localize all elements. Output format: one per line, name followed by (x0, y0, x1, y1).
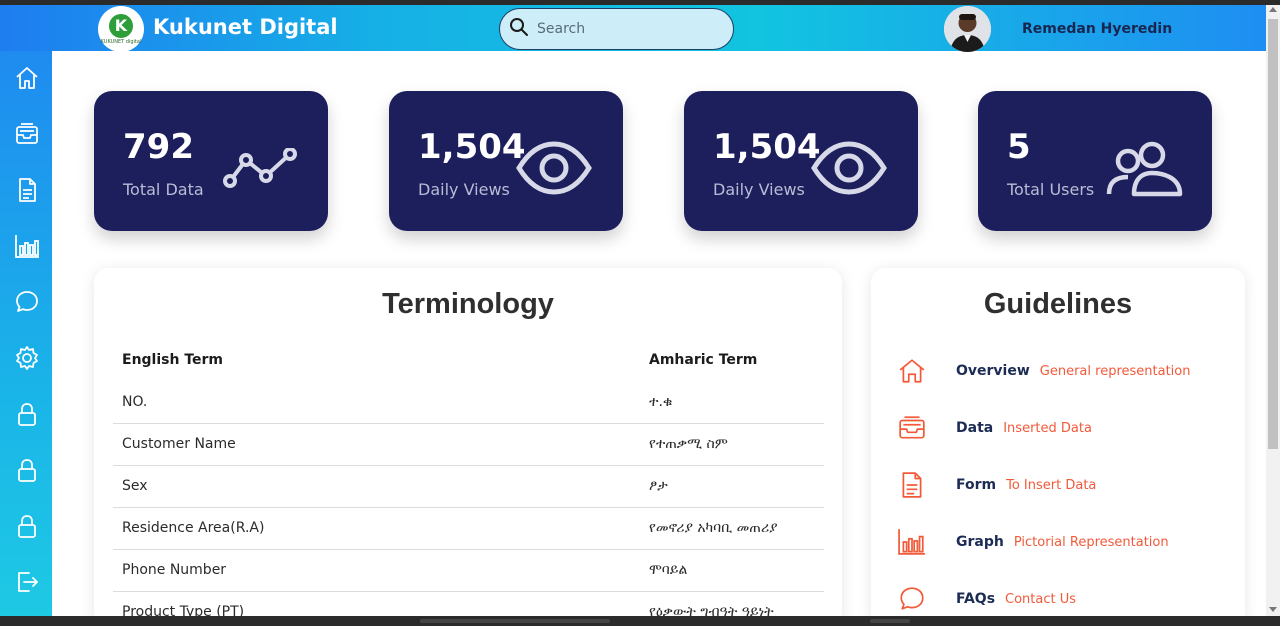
inbox-icon (14, 121, 40, 151)
guideline-data[interactable]: Data Inserted Data (897, 412, 1245, 444)
document-icon (14, 177, 40, 207)
logo-subtext: KUKUNET digital (100, 38, 142, 45)
guideline-overview[interactable]: Overview General representation (897, 355, 1245, 387)
stat-card-daily-views-1[interactable]: 1,504 Daily Views (389, 91, 623, 231)
guideline-title: Overview (956, 363, 1030, 379)
guidelines-panel: Guidelines Overview General representati… (871, 268, 1245, 626)
english-term: Phone Number (113, 549, 640, 592)
sidebar (0, 51, 52, 616)
top-header: K KUKUNET digital Kukunet Digital Remeda… (0, 5, 1266, 52)
guideline-desc: General representation (1039, 363, 1191, 379)
table-row: Customer Name የተጠቃሚ ስም (113, 423, 824, 466)
scrollbar-thumb[interactable] (1268, 19, 1278, 449)
guideline-form[interactable]: Form To Insert Data (897, 469, 1245, 501)
search-input[interactable] (537, 21, 707, 37)
guideline-graph[interactable]: Graph Pictorial Representation (897, 526, 1245, 558)
stat-label: Total Data (123, 180, 204, 199)
stat-label: Total Users (1007, 180, 1095, 199)
brand-name[interactable]: Kukunet Digital (153, 15, 338, 39)
taskbar-segment (870, 619, 910, 623)
home-icon (14, 65, 40, 95)
sidebar-item-logout[interactable] (13, 570, 41, 598)
search-icon[interactable] (509, 17, 529, 41)
english-term: Sex (113, 465, 640, 508)
trend-line-icon (222, 147, 298, 192)
guideline-desc: Inserted Data (1003, 420, 1092, 436)
lock-icon (14, 401, 40, 431)
stat-card-total-users[interactable]: 5 Total Users (978, 91, 1212, 231)
lock-icon (14, 513, 40, 543)
chart-icon (897, 527, 927, 557)
panel-title: Terminology (382, 288, 554, 320)
scroll-down-arrow-icon[interactable] (1269, 607, 1277, 612)
sidebar-item-graph[interactable] (13, 234, 41, 262)
avatar[interactable] (944, 6, 991, 52)
logout-icon (14, 569, 40, 599)
sidebar-item-locked-2[interactable] (13, 458, 41, 486)
table-header-row: English Term Amharic Term (113, 339, 824, 381)
amharic-term: ተ.ቁ (640, 381, 824, 424)
panel-title: Guidelines (983, 288, 1133, 320)
sidebar-item-locked-3[interactable] (13, 514, 41, 542)
column-header-english: English Term (122, 352, 224, 368)
sidebar-item-locked-1[interactable] (13, 402, 41, 430)
sidebar-item-home[interactable] (13, 66, 41, 94)
page-scrollbar[interactable] (1266, 5, 1280, 616)
search-box[interactable] (499, 8, 734, 50)
guideline-title: Form (956, 477, 997, 493)
sidebar-item-form[interactable] (13, 178, 41, 206)
guideline-faqs[interactable]: FAQs Contact Us (897, 583, 1245, 615)
sidebar-item-faqs[interactable] (13, 290, 41, 318)
stat-card-daily-views-2[interactable]: 1,504 Daily Views (684, 91, 918, 231)
table-row: NO. ተ.ቁ (113, 381, 824, 424)
stat-value: 1,504 (418, 127, 526, 167)
eye-icon (516, 140, 592, 200)
table-row: Sex ፆታ (113, 465, 824, 508)
guideline-title: FAQs (956, 591, 996, 607)
user-name[interactable]: Remedan Hyeredin (1022, 21, 1172, 37)
column-header-amharic: Amharic Term (649, 352, 758, 368)
guideline-desc: Pictorial Representation (1013, 534, 1169, 550)
terminology-panel: Terminology English Term Amharic Term NO… (94, 268, 842, 626)
gear-icon (14, 345, 40, 375)
inbox-icon (897, 413, 927, 443)
english-term: Residence Area(R.A) (113, 507, 640, 550)
english-term: Customer Name (113, 423, 640, 466)
chart-icon (14, 233, 40, 263)
logo-letter: K (109, 13, 133, 38)
document-icon (897, 470, 927, 500)
users-icon (1106, 139, 1184, 203)
brand-logo[interactable]: K KUKUNET digital (98, 6, 144, 52)
chat-icon (14, 289, 40, 319)
stat-value: 5 (1007, 127, 1031, 167)
guideline-desc: Contact Us (1005, 591, 1077, 607)
terminology-table: English Term Amharic Term NO. ተ.ቁ Custom… (113, 339, 824, 626)
table-row: Residence Area(R.A) የመኖሪያ አካባቢ መጠሪያ (113, 507, 824, 550)
stat-card-total-data[interactable]: 792 Total Data (94, 91, 328, 231)
scroll-up-arrow-icon[interactable] (1269, 7, 1277, 12)
stat-label: Daily Views (713, 180, 805, 199)
browser-bottom-edge (0, 616, 1280, 626)
stat-label: Daily Views (418, 180, 510, 199)
eye-icon (811, 140, 887, 200)
amharic-term: የመኖሪያ አካባቢ መጠሪያ (640, 507, 824, 550)
guideline-title: Data (956, 420, 994, 436)
stat-value: 792 (123, 127, 194, 167)
chat-icon (897, 584, 927, 614)
sidebar-item-settings[interactable] (13, 346, 41, 374)
amharic-term: ሞባይል (640, 549, 824, 592)
stat-value: 1,504 (713, 127, 821, 167)
home-icon (897, 356, 927, 386)
taskbar-segment (420, 619, 610, 623)
guideline-desc: To Insert Data (1006, 477, 1097, 493)
lock-icon (14, 457, 40, 487)
table-row: Phone Number ሞባይል (113, 549, 824, 592)
amharic-term: የተጠቃሚ ስም (640, 423, 824, 466)
sidebar-item-inbox[interactable] (13, 122, 41, 150)
guideline-title: Graph (956, 534, 1004, 550)
english-term: NO. (113, 381, 640, 424)
amharic-term: ፆታ (640, 465, 824, 508)
